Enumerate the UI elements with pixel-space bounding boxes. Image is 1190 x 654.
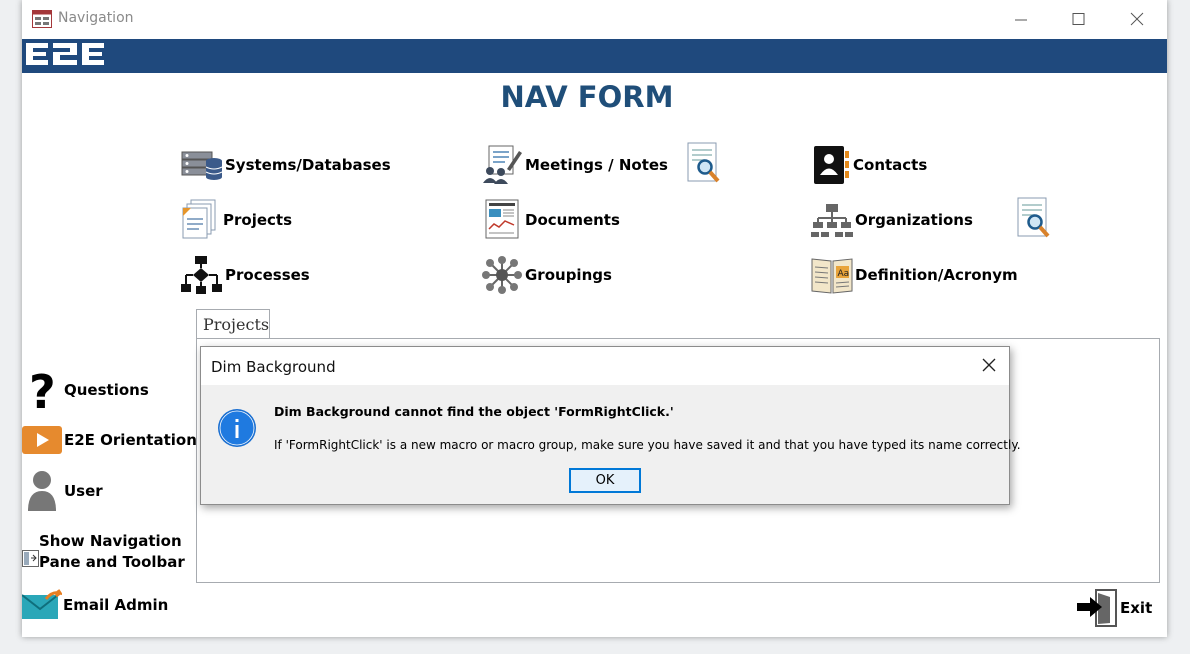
error-dialog: Dim Background Dim Background cannot fin… xyxy=(200,346,1021,505)
svg-text:?: ? xyxy=(29,368,56,412)
dialog-title-bar: Dim Background xyxy=(201,347,1009,385)
nav-label: Organizations xyxy=(855,211,973,229)
projects-documents-icon xyxy=(182,199,216,239)
contacts-book-icon xyxy=(814,146,849,184)
form-icon xyxy=(32,10,52,32)
title-bar: Navigation xyxy=(22,0,1167,39)
nav-label: Documents xyxy=(525,211,620,229)
tab-projects[interactable]: Projects xyxy=(196,309,270,339)
show-navigation-label: Show Navigation Pane and Toolbar xyxy=(39,531,185,573)
questions-button[interactable]: ? Questions xyxy=(26,368,149,412)
nav-organizations[interactable]: Organizations xyxy=(811,200,973,240)
nav-definition-acronym[interactable]: Aa Definition/Acronym xyxy=(811,255,1018,295)
nav-systems-databases[interactable]: Systems/Databases xyxy=(181,145,391,185)
nav-documents[interactable]: Documents xyxy=(483,199,620,240)
organizations-search-button[interactable] xyxy=(1015,197,1055,238)
questions-label: Questions xyxy=(64,381,149,399)
dialog-message-body: If 'FormRightClick' is a new macro or ma… xyxy=(274,438,1021,452)
page-title: NAV FORM xyxy=(500,80,674,114)
dialog-close-button[interactable] xyxy=(981,357,997,377)
nav-label: Processes xyxy=(225,266,310,284)
header-banner xyxy=(22,39,1167,73)
process-flowchart-icon xyxy=(181,256,222,294)
svg-text:Aa: Aa xyxy=(838,269,850,279)
meeting-notes-icon xyxy=(483,145,522,184)
meetings-search-button[interactable] xyxy=(685,142,725,183)
documents-report-icon xyxy=(485,199,519,239)
dialog-title: Dim Background xyxy=(211,358,336,376)
nav-label: Projects xyxy=(223,211,293,229)
show-navigation-line1: Show Navigation xyxy=(39,532,182,550)
nav-label: Meetings / Notes xyxy=(525,156,668,174)
exit-button[interactable]: Exit xyxy=(1076,588,1152,628)
ok-button[interactable]: OK xyxy=(569,468,641,493)
exit-label: Exit xyxy=(1120,599,1153,617)
dictionary-book-icon: Aa xyxy=(811,258,853,294)
user-label: User xyxy=(64,482,103,500)
show-navigation-pane-button[interactable]: Show Navigation Pane and Toolbar xyxy=(22,531,185,573)
play-video-icon xyxy=(22,426,62,454)
email-admin-label: Email Admin xyxy=(63,596,169,614)
access-window: Navigation NAV FORM Systems/Databases Me… xyxy=(22,0,1167,637)
navigation-pane-icon xyxy=(22,549,39,567)
nav-label: Groupings xyxy=(525,266,612,284)
document-search-icon xyxy=(687,142,720,183)
email-icon xyxy=(22,589,62,619)
orientation-label: E2E Orientation xyxy=(64,431,197,449)
minimize-button[interactable] xyxy=(1008,8,1034,30)
nav-groupings[interactable]: Groupings xyxy=(481,255,612,295)
dialog-message-heading: Dim Background cannot find the object 'F… xyxy=(274,404,674,419)
question-mark-icon: ? xyxy=(29,368,56,412)
maximize-button[interactable] xyxy=(1065,8,1091,30)
network-groupings-icon xyxy=(482,256,522,294)
window-title: Navigation xyxy=(58,10,134,26)
server-database-icon xyxy=(181,151,223,180)
exit-door-icon xyxy=(1077,589,1117,627)
nav-label: Definition/Acronym xyxy=(855,266,1018,284)
document-search-icon xyxy=(1017,197,1050,238)
nav-contacts[interactable]: Contacts xyxy=(811,145,927,185)
nav-label: Contacts xyxy=(853,156,928,174)
email-admin-button[interactable]: Email Admin xyxy=(22,589,168,621)
nav-label: Systems/Databases xyxy=(225,156,391,174)
user-icon xyxy=(28,471,56,511)
e2e-orientation-button[interactable]: E2E Orientation xyxy=(22,424,197,456)
close-window-button[interactable] xyxy=(1124,8,1150,30)
nav-processes[interactable]: Processes xyxy=(181,255,310,295)
show-navigation-line2: Pane and Toolbar xyxy=(39,553,185,571)
user-button[interactable]: User xyxy=(27,470,103,512)
nav-meetings-notes[interactable]: Meetings / Notes xyxy=(481,145,668,185)
org-chart-icon xyxy=(811,204,853,237)
e2e-logo xyxy=(26,43,104,65)
info-icon xyxy=(218,409,256,447)
nav-projects[interactable]: Projects xyxy=(181,199,293,240)
